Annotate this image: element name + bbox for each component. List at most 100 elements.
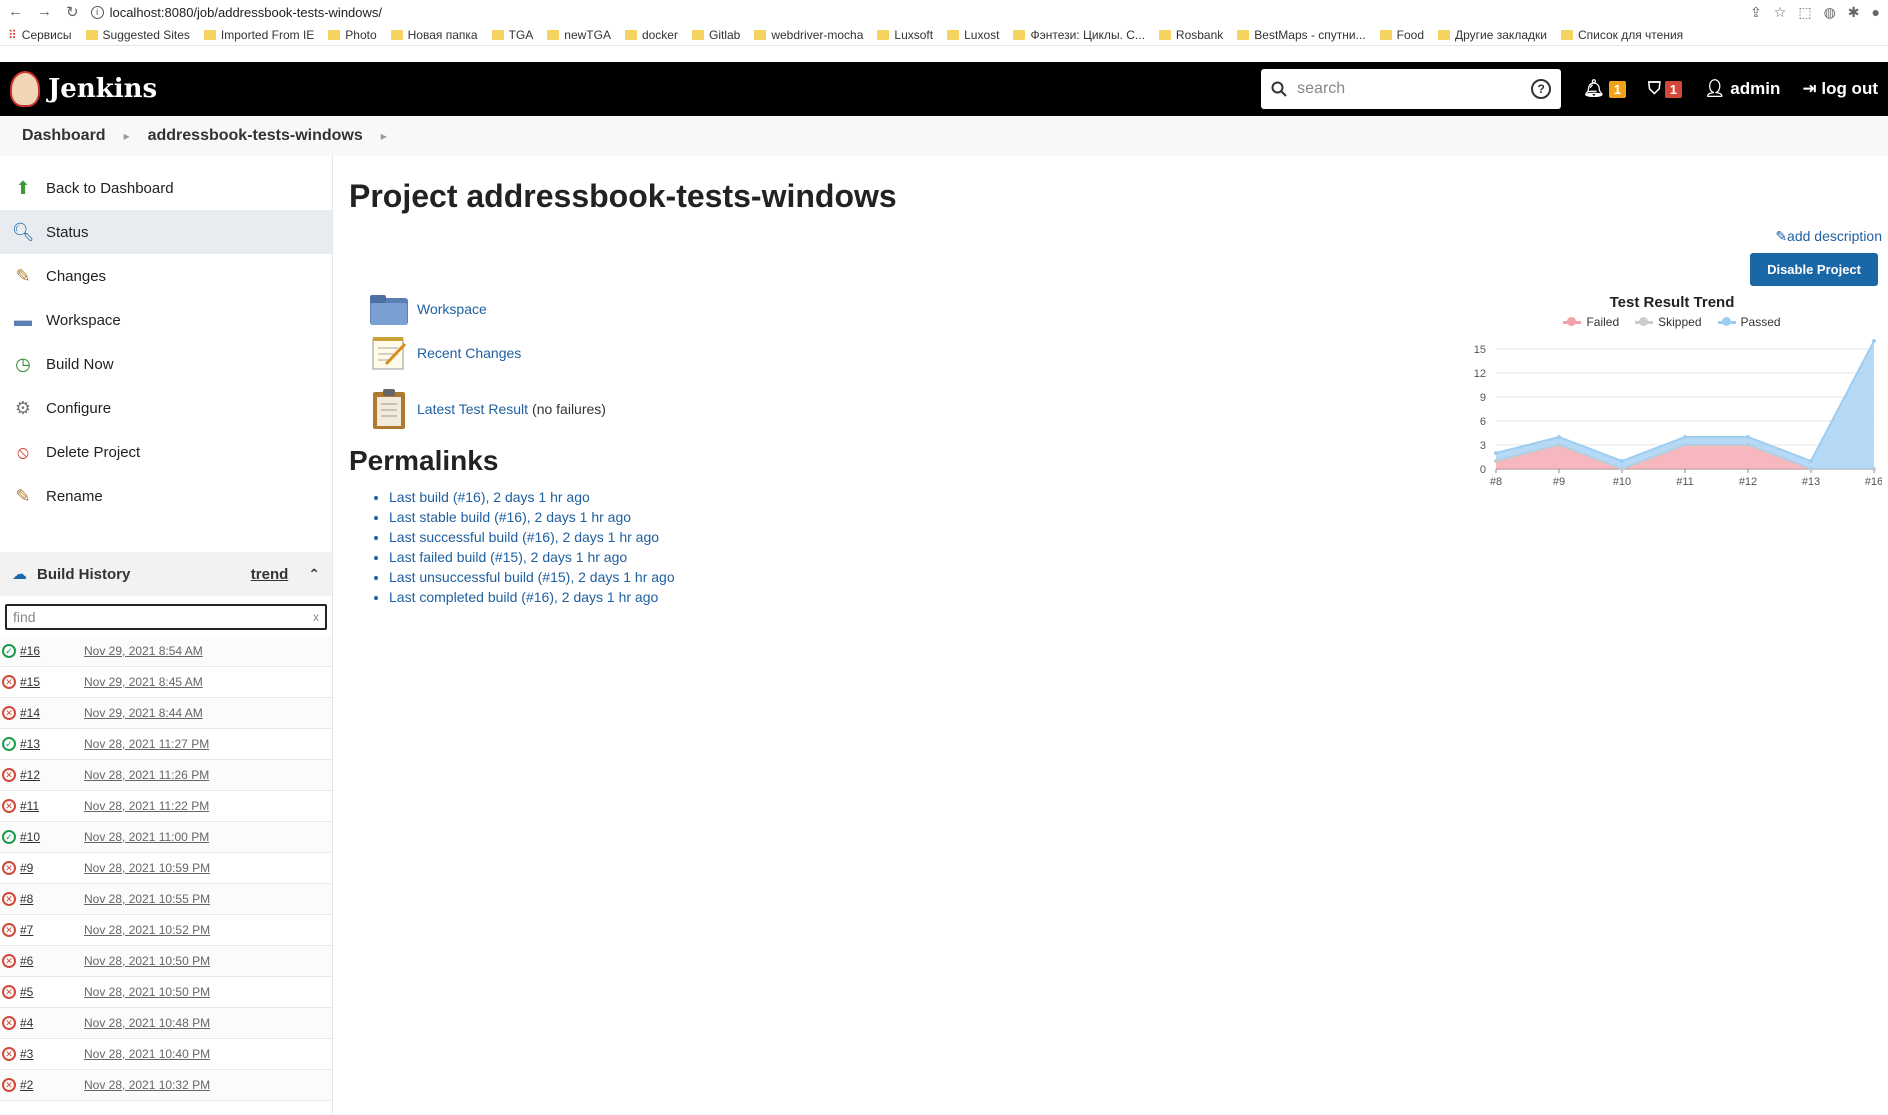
info-icon[interactable]: i [90, 5, 104, 19]
permalink-item[interactable]: Last unsuccessful build (#15), 2 days 1 … [389, 569, 1872, 585]
bookmark-item[interactable]: Другие закладки [1438, 28, 1547, 42]
bookmark-item[interactable]: BestMaps - спутни... [1237, 28, 1366, 42]
clear-icon[interactable]: x [313, 610, 319, 624]
bookmark-item[interactable]: Новая папка [390, 28, 478, 42]
build-number-link[interactable]: #7 [20, 923, 84, 937]
build-date-link[interactable]: Nov 28, 2021 11:00 PM [84, 830, 209, 844]
notepad-icon: ✎ [15, 265, 31, 286]
help-icon[interactable]: ? [1531, 79, 1552, 99]
legend-item-skipped[interactable]: Skipped [1635, 315, 1702, 329]
avatar[interactable]: ● [1872, 4, 1880, 21]
build-number-link[interactable]: #9 [20, 861, 84, 875]
build-date-link[interactable]: Nov 29, 2021 8:45 AM [84, 675, 203, 689]
breadcrumb-separator-icon[interactable]: ▸ [381, 129, 387, 143]
address-bar[interactable]: i localhost:8080/job/addressbook-tests-w… [90, 5, 382, 20]
warnings-button[interactable]: ⛉ 1 [1648, 79, 1682, 99]
trend-link[interactable]: trend [251, 566, 289, 583]
build-number-link[interactable]: #2 [20, 1078, 84, 1092]
bookmark-item[interactable]: docker [624, 28, 678, 42]
bookmark-item[interactable]: Luxsoft [877, 28, 933, 42]
sidebar-item-rename[interactable]: ✎ Rename [0, 474, 332, 518]
build-number-link[interactable]: #8 [20, 892, 84, 906]
bookmark-item[interactable]: Rosbank [1158, 28, 1223, 42]
user-menu[interactable]: 👤︎ admin [1704, 79, 1780, 99]
bookmark-item[interactable]: Imported From IE [203, 28, 314, 42]
breadcrumb-separator-icon[interactable]: ▸ [124, 129, 130, 143]
permalink-item[interactable]: Last completed build (#16), 2 days 1 hr … [389, 589, 1872, 605]
find-placeholder[interactable]: find [13, 609, 36, 625]
sidebar-item-workspace[interactable]: ▬ Workspace [0, 298, 332, 342]
permalink-item[interactable]: Last failed build (#15), 2 days 1 hr ago [389, 549, 1872, 565]
build-date-link[interactable]: Nov 28, 2021 10:40 PM [84, 1047, 210, 1061]
workspace-link-label[interactable]: Workspace [417, 301, 487, 317]
breadcrumb-project[interactable]: addressbook-tests-windows [148, 127, 363, 145]
bookmark-item[interactable]: Список для чтения [1560, 28, 1683, 42]
build-number-link[interactable]: #5 [20, 985, 84, 999]
logout-button[interactable]: ⇥ log out [1802, 79, 1878, 99]
share-icon[interactable]: ⇪ [1750, 4, 1762, 21]
sidebar-item-status[interactable]: 🔍︎ Status [0, 210, 332, 254]
sidebar-item-changes[interactable]: ✎ Changes [0, 254, 332, 298]
build-date-link[interactable]: Nov 29, 2021 8:54 AM [84, 644, 203, 658]
sidebar-item-build-now[interactable]: ◷ Build Now [0, 342, 332, 386]
disable-project-button[interactable]: Disable Project [1750, 253, 1878, 286]
build-number-link[interactable]: #6 [20, 954, 84, 968]
build-date-link[interactable]: Nov 28, 2021 10:32 PM [84, 1078, 210, 1092]
legend-item-passed[interactable]: Passed [1717, 315, 1781, 329]
build-date-link[interactable]: Nov 28, 2021 11:26 PM [84, 768, 209, 782]
bookmark-item[interactable]: Suggested Sites [85, 28, 190, 42]
build-date-link[interactable]: Nov 28, 2021 10:50 PM [84, 985, 210, 999]
build-find-input[interactable]: find x [5, 604, 327, 630]
build-number-link[interactable]: #4 [20, 1016, 84, 1030]
globe-icon[interactable]: ◍ [1824, 4, 1836, 21]
chevron-up-icon[interactable]: ⌃ [308, 566, 320, 583]
build-date-link[interactable]: Nov 28, 2021 10:48 PM [84, 1016, 210, 1030]
notifications-button[interactable]: 🔔︎ 1 [1583, 79, 1626, 99]
bookmark-item[interactable]: TGA [491, 28, 533, 42]
latest-test-result-label[interactable]: Latest Test Result [417, 401, 528, 417]
bookmark-item[interactable]: Food [1379, 28, 1424, 42]
back-icon[interactable]: ← [8, 3, 23, 21]
build-number-link[interactable]: #12 [20, 768, 84, 782]
search-placeholder[interactable]: search [1297, 80, 1345, 98]
build-date-link[interactable]: Nov 29, 2021 8:44 AM [84, 706, 203, 720]
build-number-link[interactable]: #15 [20, 675, 84, 689]
build-date-link[interactable]: Nov 28, 2021 10:50 PM [84, 954, 210, 968]
add-description-link[interactable]: ✎add description [1775, 228, 1882, 245]
build-date-link[interactable]: Nov 28, 2021 11:22 PM [84, 799, 209, 813]
sidebar-item-delete-project[interactable]: ⦸ Delete Project [0, 430, 332, 474]
build-number-link[interactable]: #14 [20, 706, 84, 720]
jenkins-logo[interactable]: Jenkins [10, 71, 157, 107]
build-date-link[interactable]: Nov 28, 2021 10:52 PM [84, 923, 210, 937]
extension-icon[interactable]: ⬚ [1798, 4, 1811, 21]
legend-item-failed[interactable]: Failed [1563, 315, 1619, 329]
bookmark-item[interactable]: webdriver-mocha [754, 28, 863, 42]
recent-changes-link-label[interactable]: Recent Changes [417, 345, 521, 361]
build-date-link[interactable]: Nov 28, 2021 10:55 PM [84, 892, 210, 906]
sidebar-item-configure[interactable]: ⚙ Configure [0, 386, 332, 430]
sidebar-item-back-to-dashboard[interactable]: ⬆ Back to Dashboard [0, 166, 332, 210]
bookmark-item[interactable]: Gitlab [691, 28, 740, 42]
build-number-link[interactable]: #3 [20, 1047, 84, 1061]
permalink-item[interactable]: Last stable build (#16), 2 days 1 hr ago [389, 509, 1872, 525]
bookmark-item[interactable]: Luxost [947, 28, 999, 42]
bookmark-item[interactable]: Photo [328, 28, 377, 42]
puzzle-icon[interactable]: ✱ [1848, 4, 1860, 21]
bookmark-item[interactable]: ⠿ Сервисы [8, 28, 72, 42]
build-date-link[interactable]: Nov 28, 2021 10:59 PM [84, 861, 210, 875]
url-text[interactable]: localhost:8080/job/addressbook-tests-win… [110, 5, 382, 20]
build-number-link[interactable]: #10 [20, 830, 84, 844]
star-icon[interactable]: ☆ [1774, 4, 1787, 21]
bookmark-item[interactable]: Фэнтези: Циклы. С... [1013, 28, 1145, 42]
build-number-link[interactable]: #16 [20, 644, 84, 658]
forward-icon[interactable]: → [37, 3, 52, 21]
notepad-icon [369, 333, 409, 373]
search-input[interactable]: search ? [1261, 69, 1562, 109]
permalink-item[interactable]: Last successful build (#16), 2 days 1 hr… [389, 529, 1872, 545]
build-number-link[interactable]: #13 [20, 737, 84, 751]
build-date-link[interactable]: Nov 28, 2021 11:27 PM [84, 737, 209, 751]
build-number-link[interactable]: #11 [20, 799, 84, 813]
bookmark-item[interactable]: newTGA [547, 28, 611, 42]
reload-icon[interactable]: ↻ [66, 3, 79, 21]
breadcrumb-dashboard[interactable]: Dashboard [22, 127, 106, 145]
